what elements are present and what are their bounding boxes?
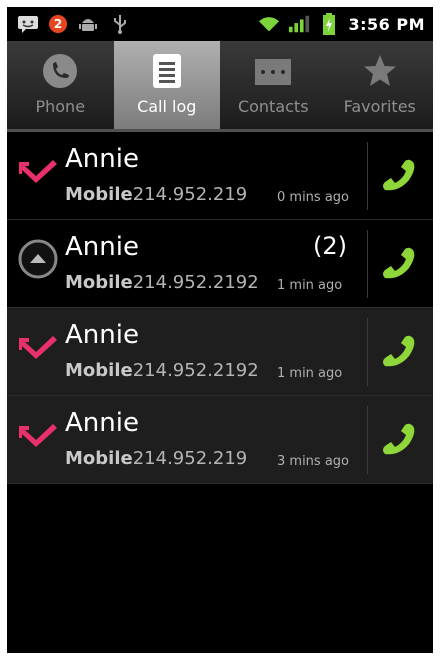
missed-call-icon xyxy=(17,328,59,362)
star-icon xyxy=(360,53,400,89)
usb-icon xyxy=(109,13,131,35)
call-number: Mobile214.952.2192 xyxy=(65,360,259,381)
wifi-icon xyxy=(258,13,280,35)
tab-contacts-label: Contacts xyxy=(237,97,309,116)
tab-call-log[interactable]: Call log xyxy=(113,41,220,129)
number-type-label: Mobile xyxy=(65,272,133,293)
call-button-icon[interactable] xyxy=(379,420,419,460)
call-number: Mobile214.952.219 xyxy=(65,448,247,469)
call-log-row[interactable]: Annie Mobile214.952.2192 1 min ago xyxy=(7,308,433,396)
call-log-row[interactable]: Annie Mobile214.952.219 3 mins ago xyxy=(7,396,433,484)
contacts-icon xyxy=(253,53,293,89)
call-time: 3 mins ago xyxy=(277,454,349,469)
missed-call-icon xyxy=(17,152,59,186)
call-time: 1 min ago xyxy=(277,366,343,381)
number-type-label: Mobile xyxy=(65,184,133,205)
contact-name: Annie xyxy=(65,408,139,438)
call-number: Mobile214.952.219 xyxy=(65,184,247,205)
call-number: Mobile214.952.2192 xyxy=(65,272,259,293)
row-divider xyxy=(367,318,368,386)
call-button-icon[interactable] xyxy=(379,244,419,284)
call-log-row[interactable]: Annie (2) Mobile214.952.2192 1 min ago xyxy=(7,220,433,308)
call-time: 1 min ago xyxy=(277,278,343,293)
signal-icon xyxy=(288,13,310,35)
phone-number: 214.952.219 xyxy=(132,184,248,205)
tab-contacts[interactable]: Contacts xyxy=(220,41,327,129)
row-divider xyxy=(367,406,368,474)
number-type-label: Mobile xyxy=(65,448,133,469)
call-button-icon[interactable] xyxy=(379,332,419,372)
missed-call-icon xyxy=(17,416,59,450)
call-time: 0 mins ago xyxy=(277,190,349,205)
number-type-label: Mobile xyxy=(65,360,133,381)
call-button-icon[interactable] xyxy=(379,156,419,196)
contact-name: Annie xyxy=(65,144,139,174)
tab-bar: Phone Call log Contacts Favorites xyxy=(7,41,433,132)
row-divider xyxy=(367,230,368,298)
call-count: (2) xyxy=(313,232,347,260)
call-log-list: Annie Mobile214.952.219 0 mins ago Annie… xyxy=(7,132,433,484)
phone-number: 214.952.2192 xyxy=(132,272,259,293)
android-debug-icon xyxy=(77,13,99,35)
contact-name: Annie xyxy=(65,232,139,262)
phone-number: 214.952.219 xyxy=(132,448,248,469)
contact-name: Annie xyxy=(65,320,139,350)
message-notification-icon xyxy=(17,13,39,35)
tab-call-log-label: Call log xyxy=(137,97,197,116)
tab-phone-label: Phone xyxy=(35,97,86,116)
status-bar: 2 3:56 PM xyxy=(7,7,433,41)
call-log-icon xyxy=(147,53,187,89)
phone-icon xyxy=(40,53,80,89)
battery-charging-icon xyxy=(318,13,340,35)
clock: 3:56 PM xyxy=(348,14,425,34)
tab-favorites-label: Favorites xyxy=(343,97,416,116)
call-log-row[interactable]: Annie Mobile214.952.219 0 mins ago xyxy=(7,132,433,220)
row-divider xyxy=(367,142,368,210)
phone-number: 214.952.2192 xyxy=(132,360,259,381)
outgoing-call-icon xyxy=(17,239,59,279)
notification-count-badge: 2 xyxy=(49,15,67,33)
phone-screen: 2 3:56 PM Phone Call log Contacts Favori… xyxy=(7,7,433,653)
tab-favorites[interactable]: Favorites xyxy=(327,41,434,129)
tab-phone[interactable]: Phone xyxy=(7,41,114,129)
